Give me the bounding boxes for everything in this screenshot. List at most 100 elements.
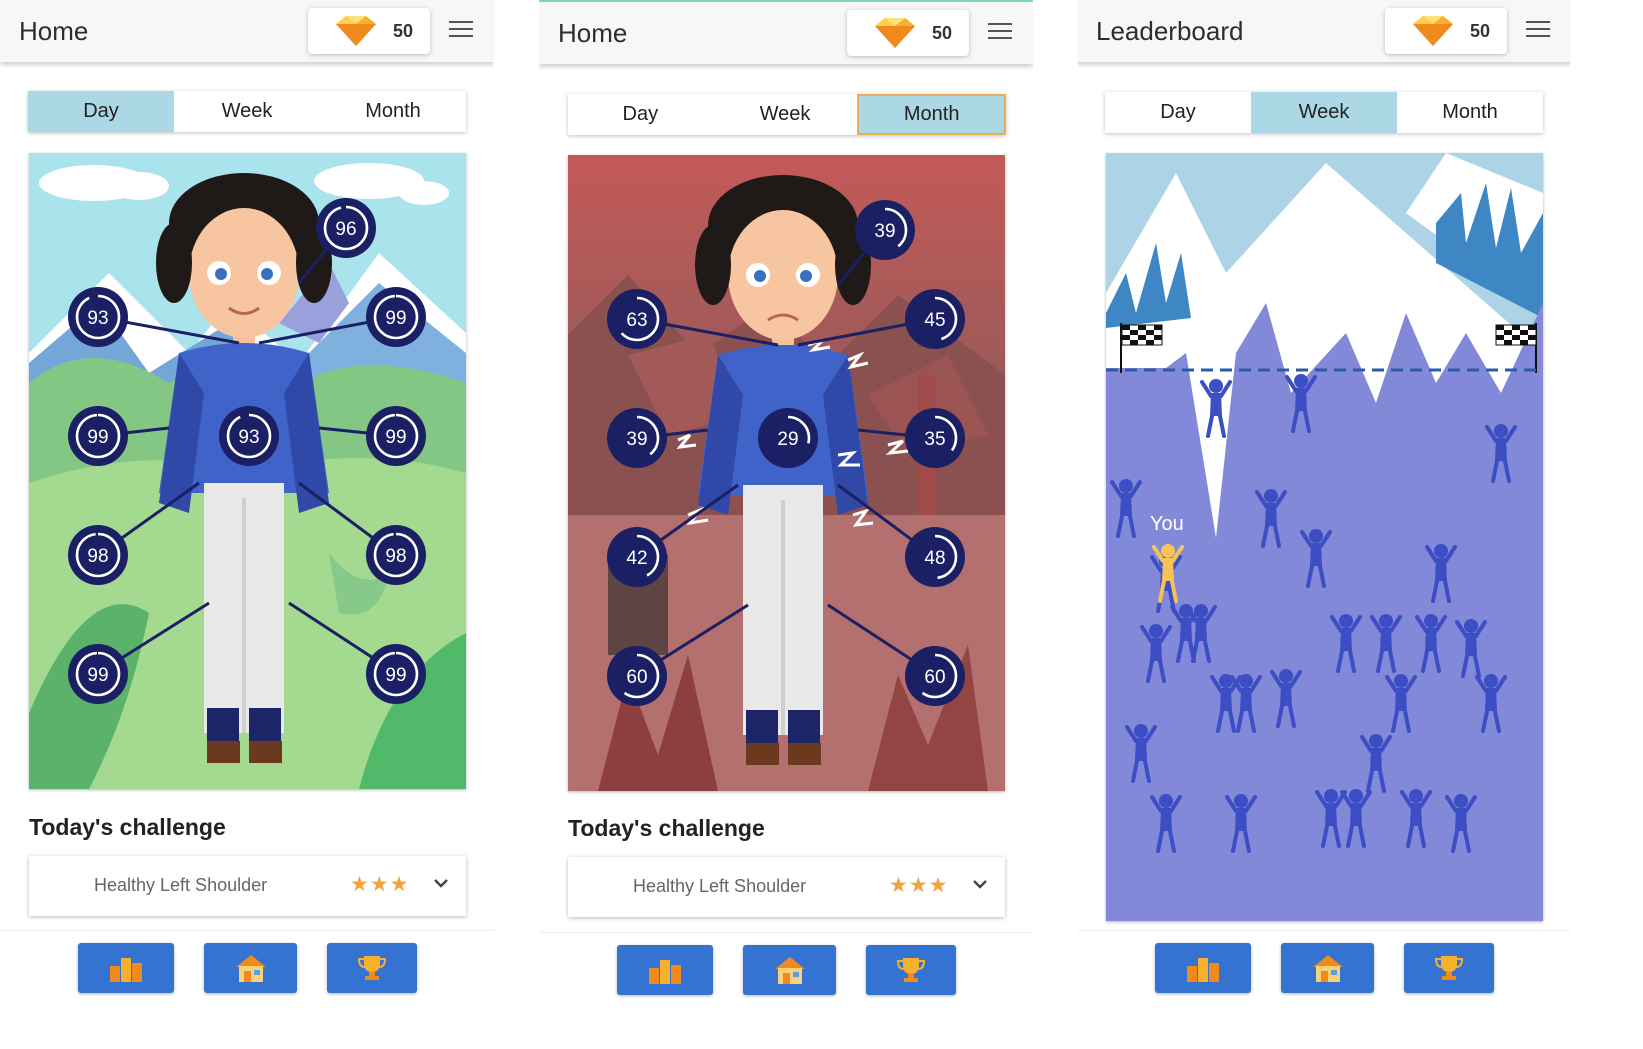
gem-counter[interactable]: 50 (847, 10, 969, 56)
score-value: 98 (385, 546, 406, 567)
hamburger-menu-icon[interactable] (449, 21, 473, 39)
trophy-icon (1434, 956, 1464, 980)
challenge-card[interactable]: Healthy Left Shoulder ★★★ (568, 857, 1005, 917)
score-right-knee[interactable]: 99 (365, 643, 427, 705)
score-right-hip[interactable]: 48 (904, 526, 966, 588)
challenge-heading: Today's challenge (568, 815, 765, 841)
period-tabs: Day Week Month (568, 94, 1007, 135)
score-value: 99 (87, 427, 108, 448)
gem-counter[interactable]: 50 (308, 8, 430, 54)
score-value: 45 (924, 310, 945, 331)
nav-home-button[interactable] (204, 943, 297, 993)
app-bar: Home 50 (539, 2, 1033, 64)
score-left-knee[interactable]: 60 (606, 645, 668, 707)
nav-trophy-button[interactable] (866, 945, 956, 995)
score-value: 60 (924, 667, 945, 688)
bottom-nav (0, 930, 494, 1047)
chevron-down-icon[interactable] (970, 874, 990, 894)
score-left-shoulder[interactable]: 63 (606, 288, 668, 350)
app-bar: Leaderboard 50 (1077, 0, 1571, 62)
app-bar: Home 50 (0, 0, 494, 62)
score-value: 99 (385, 665, 406, 686)
challenge-name: Healthy Left Shoulder (94, 875, 268, 895)
challenge-name: Healthy Left Shoulder (633, 876, 807, 896)
score-head[interactable]: 96 (315, 197, 377, 259)
score-right-shoulder[interactable]: 45 (904, 288, 966, 350)
nav-trophy-button[interactable] (327, 943, 417, 993)
tab-week[interactable]: Week (174, 91, 320, 132)
leaderboard-podium-icon (649, 960, 681, 984)
home-day-screen: Home 50 Day Week Month 96 93 99 99 93 99… (0, 0, 494, 1047)
score-core[interactable]: 93 (218, 405, 280, 467)
body-status-scene: 39 63 45 39 29 35 42 48 60 60 (568, 155, 1005, 791)
nav-trophy-button[interactable] (1404, 943, 1494, 993)
score-left-elbow[interactable]: 99 (67, 405, 129, 467)
home-icon (774, 957, 805, 984)
score-value: 29 (777, 429, 798, 450)
score-right-elbow[interactable]: 99 (365, 405, 427, 467)
bottom-nav (539, 932, 1033, 1049)
tab-day[interactable]: Day (28, 91, 174, 132)
trophy-icon (357, 956, 387, 980)
tab-day[interactable]: Day (1105, 92, 1251, 133)
tab-week[interactable]: Week (713, 94, 858, 135)
gem-count: 50 (1470, 21, 1491, 41)
home-month-screen: Home 50 Day Week Month 39 63 45 39 29 35… (539, 0, 1033, 1049)
score-value: 42 (626, 548, 647, 569)
nav-leaderboard-button[interactable] (617, 945, 713, 995)
page-title: Leaderboard (1096, 16, 1244, 46)
score-value: 93 (238, 427, 259, 448)
score-right-hip[interactable]: 98 (365, 524, 427, 586)
score-right-knee[interactable]: 60 (904, 645, 966, 707)
score-value: 93 (87, 308, 108, 329)
nav-home-button[interactable] (743, 945, 836, 995)
tab-week[interactable]: Week (1251, 92, 1397, 133)
score-value: 98 (87, 546, 108, 567)
gem-counter[interactable]: 50 (1385, 8, 1507, 54)
gem-count: 50 (932, 23, 953, 43)
score-right-elbow[interactable]: 35 (904, 407, 966, 469)
score-left-knee[interactable]: 99 (67, 643, 129, 705)
score-value: 63 (626, 310, 647, 331)
page-title: Home (19, 16, 89, 46)
hamburger-menu-icon[interactable] (988, 23, 1012, 41)
score-value: 99 (385, 308, 406, 329)
tab-month[interactable]: Month (320, 91, 466, 132)
score-head[interactable]: 39 (854, 199, 916, 261)
score-right-shoulder[interactable]: 99 (365, 286, 427, 348)
challenge-heading: Today's challenge (29, 814, 226, 840)
trophy-icon (896, 958, 926, 982)
bottom-nav (1077, 930, 1571, 1047)
score-value: 35 (924, 429, 945, 450)
score-value: 48 (924, 548, 945, 569)
diamond-icon (336, 16, 376, 46)
challenge-card[interactable]: Healthy Left Shoulder ★★★ (29, 856, 466, 916)
nav-home-button[interactable] (1281, 943, 1374, 993)
tab-month[interactable]: Month (857, 94, 1007, 135)
leaderboard-podium-icon (110, 958, 142, 982)
leaderboard-screen: Leaderboard 50 Day Week Month You (1077, 0, 1571, 1047)
score-value: 39 (626, 429, 647, 450)
score-left-shoulder[interactable]: 93 (67, 286, 129, 348)
gem-count: 50 (393, 21, 414, 41)
score-left-elbow[interactable]: 39 (606, 407, 668, 469)
score-left-hip[interactable]: 98 (67, 524, 129, 586)
star-rating: ★★★ (889, 874, 949, 897)
home-icon (235, 955, 266, 982)
nav-leaderboard-button[interactable] (1155, 943, 1251, 993)
hamburger-menu-icon[interactable] (1526, 21, 1550, 39)
star-rating: ★★★ (350, 873, 410, 896)
score-value: 96 (335, 219, 356, 240)
chevron-down-icon[interactable] (431, 873, 451, 893)
tab-day[interactable]: Day (568, 94, 713, 135)
nav-leaderboard-button[interactable] (78, 943, 174, 993)
tab-month[interactable]: Month (1397, 92, 1543, 133)
score-core[interactable]: 29 (757, 407, 819, 469)
leaderboard-mountain-scene: You (1106, 153, 1543, 921)
page-title: Home (558, 18, 628, 48)
leaderboard-podium-icon (1187, 958, 1219, 982)
score-value: 60 (626, 667, 647, 688)
body-status-scene: 96 93 99 99 93 99 98 98 99 99 (29, 153, 466, 789)
score-left-hip[interactable]: 42 (606, 526, 668, 588)
score-value: 39 (874, 221, 895, 242)
